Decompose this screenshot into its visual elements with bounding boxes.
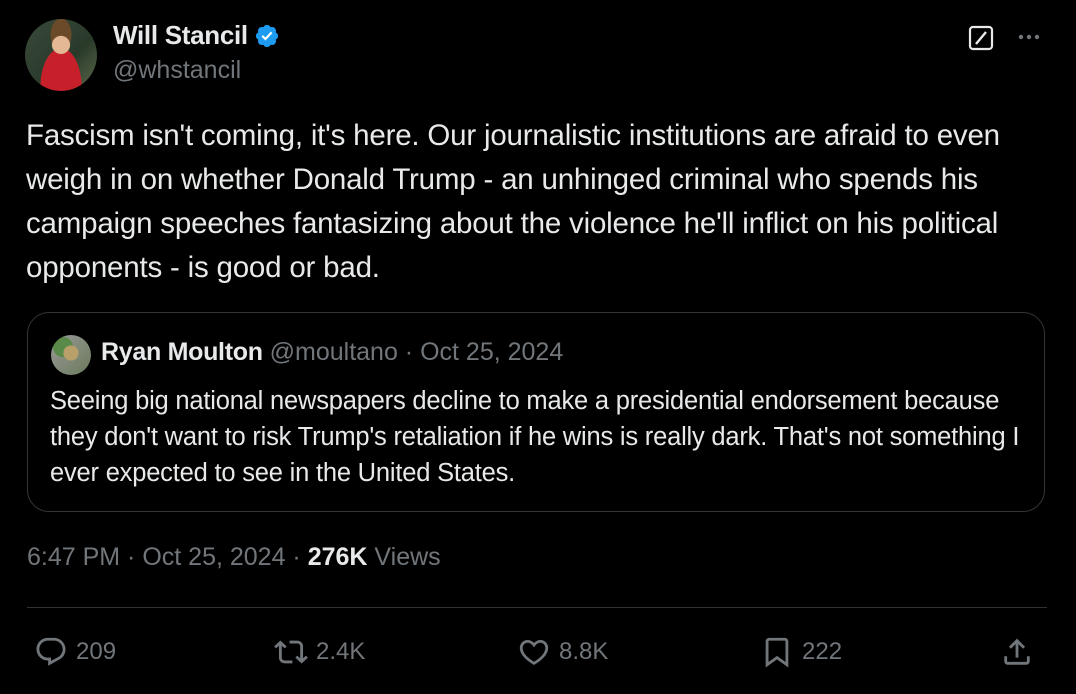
- meta-separator: ·: [285, 543, 308, 571]
- heart-icon: [519, 639, 549, 665]
- bookmark-count: 222: [802, 638, 843, 665]
- more-options-icon[interactable]: [1014, 24, 1044, 50]
- tweet-date[interactable]: Oct 25, 2024: [142, 543, 285, 571]
- share-icon: [1004, 638, 1030, 665]
- verified-badge-icon: [255, 24, 278, 47]
- views-count: 276K: [307, 543, 368, 571]
- bookmark-icon: [765, 637, 789, 668]
- author-avatar[interactable]: [25, 19, 97, 91]
- author-name-row: Will Stancil: [113, 20, 280, 51]
- quoted-date: Oct 25, 2024: [420, 338, 564, 366]
- quoted-author-name: Ryan Moulton: [101, 338, 263, 366]
- reply-count: 209: [76, 638, 117, 665]
- meta-separator: ·: [120, 543, 143, 571]
- quoted-tweet[interactable]: Ryan Moulton @moultano · Oct 25, 2024 Se…: [27, 312, 1045, 512]
- quoted-separator: ·: [397, 338, 421, 366]
- repost-button[interactable]: 2.4K: [274, 625, 365, 679]
- quoted-header: Ryan Moulton @moultano · Oct 25, 2024: [101, 338, 563, 367]
- action-bar: 209 2.4K 8.8K 222: [0, 625, 1076, 679]
- author-handle[interactable]: @whstancil: [113, 56, 241, 85]
- repost-icon: [274, 640, 308, 664]
- divider: [27, 607, 1047, 608]
- share-button[interactable]: [1000, 625, 1042, 679]
- reply-icon: [36, 637, 66, 666]
- tweet-text: Fascism isn't coming, it's here. Our jou…: [26, 119, 1000, 284]
- bookmark-button[interactable]: 222: [760, 625, 842, 679]
- repost-count: 2.4K: [316, 638, 366, 665]
- quoted-text: Seeing big national newspapers decline t…: [50, 387, 1020, 487]
- tweet-meta: 6:47 PM · Oct 25, 2024 · 276K Views: [27, 543, 441, 572]
- tweet-time[interactable]: 6:47 PM: [27, 543, 120, 571]
- author-name[interactable]: Will Stancil: [113, 20, 248, 51]
- like-count: 8.8K: [559, 638, 609, 665]
- grok-icon[interactable]: [968, 25, 994, 51]
- reply-button[interactable]: 209: [34, 625, 116, 679]
- quoted-author-avatar: [51, 335, 91, 375]
- quoted-author-handle: @moultano: [269, 338, 398, 366]
- views-label: Views: [367, 543, 441, 571]
- like-button[interactable]: 8.8K: [517, 625, 608, 679]
